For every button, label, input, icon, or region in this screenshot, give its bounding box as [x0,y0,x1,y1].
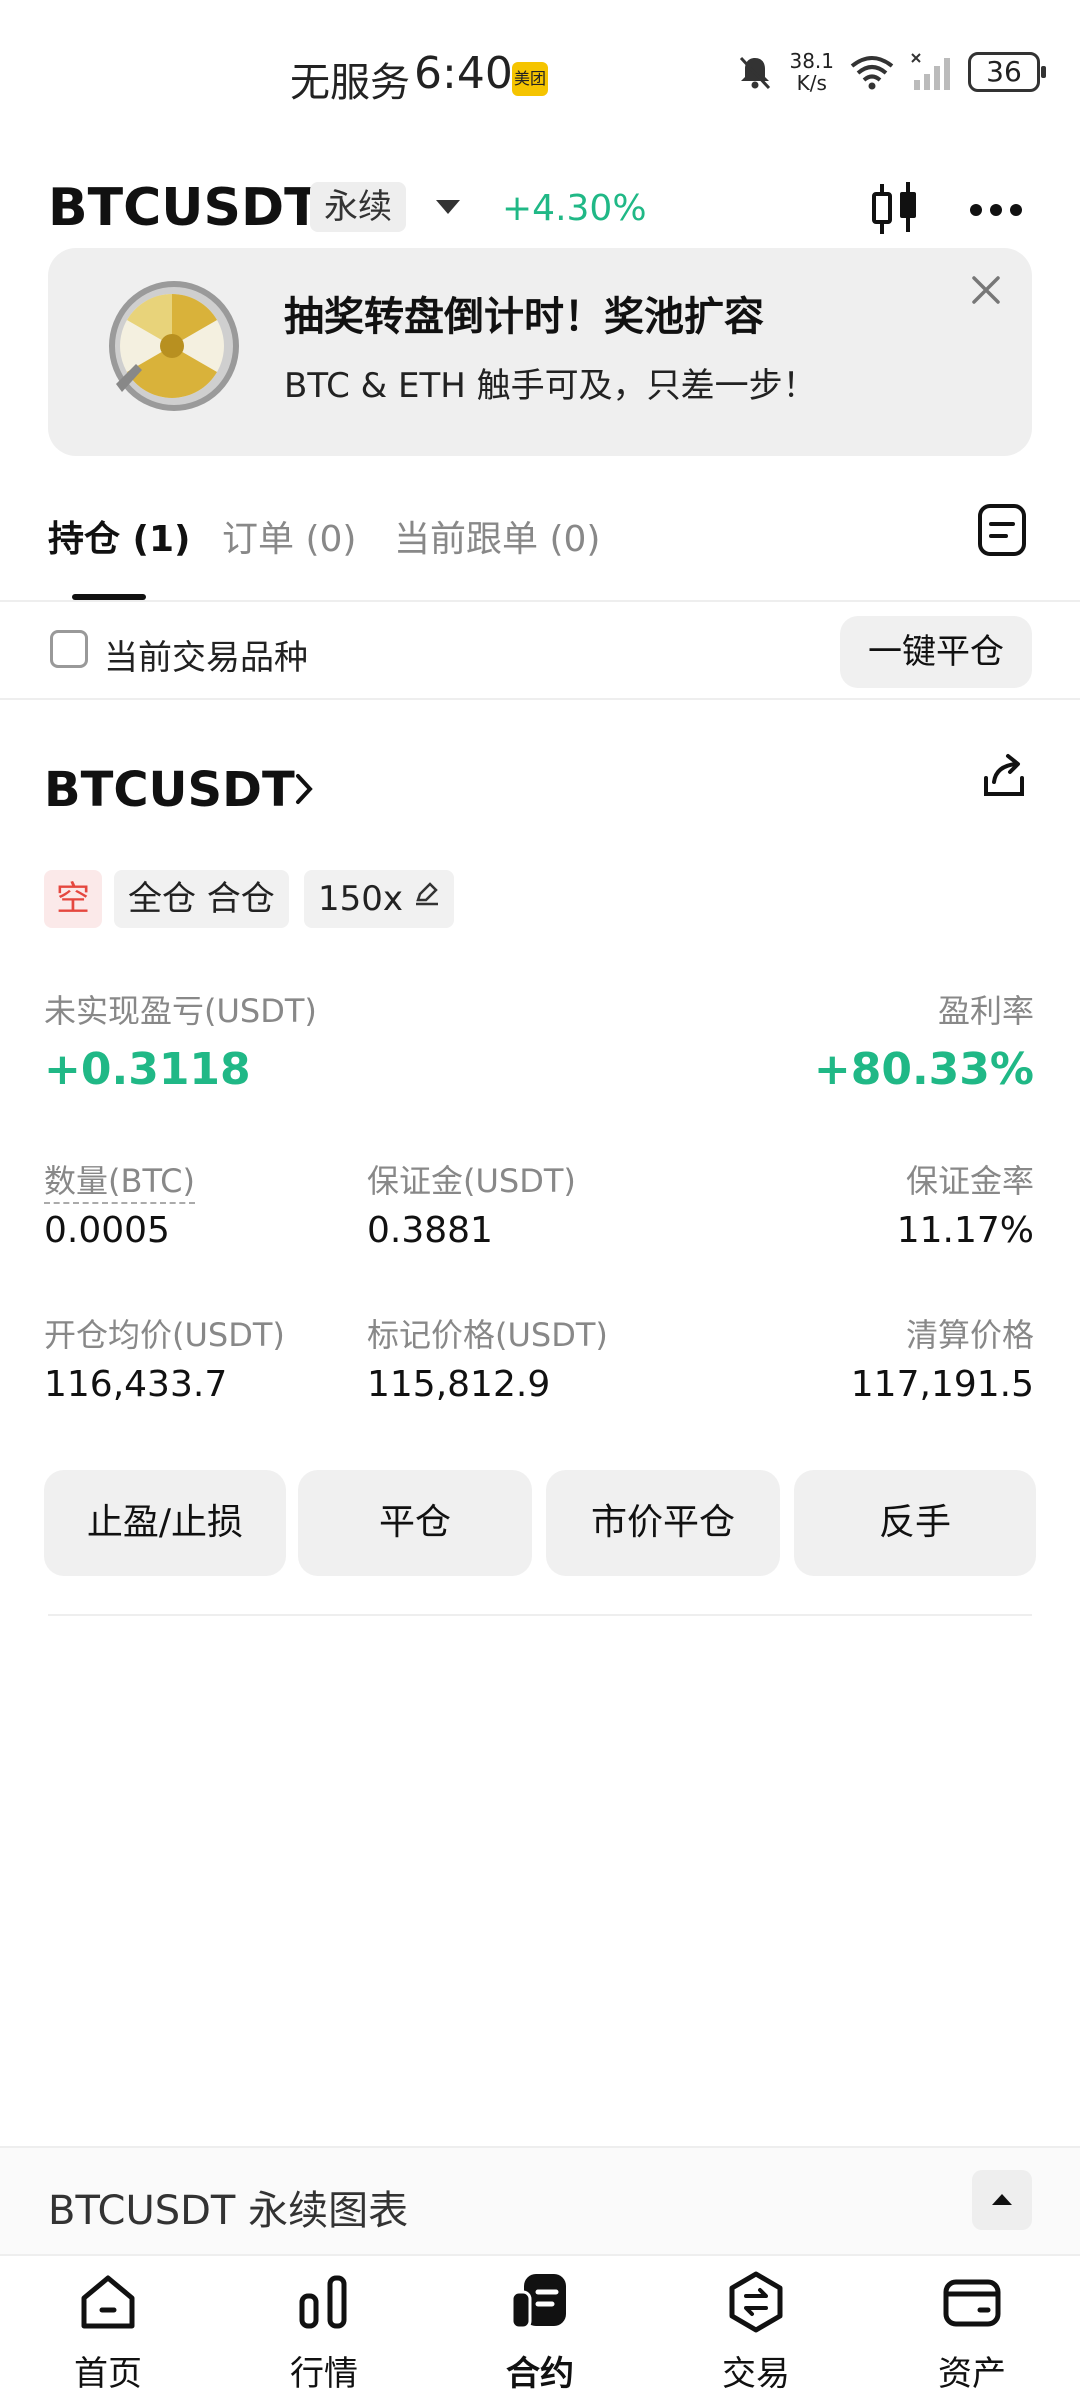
promo-banner[interactable]: 抽奖转盘倒计时！奖池扩容 BTC & ETH 触手可及，只差一步！ [48,248,1032,456]
nav-futures[interactable]: 合约 [460,2256,620,2400]
wallet-icon [943,2279,1001,2327]
document-icon[interactable] [976,502,1028,558]
net-speed-value: 38.1 [789,49,834,73]
liquidation-price-label: 清算价格 [905,1316,1034,1354]
nav-assets-label: 资产 [938,2354,1006,2394]
roe-label: 盈利率 [937,992,1034,1030]
quantity-value: 0.0005 [44,1210,170,1251]
liquidation-price-value: 117,191.5 [850,1364,1034,1405]
trade-icon [729,2271,783,2333]
symbol-title[interactable]: BTCUSDT [48,178,320,238]
side-tag: 空 [44,870,102,928]
carrier-text: 无服务 [290,60,410,106]
share-icon[interactable] [976,748,1032,804]
expand-chart-button[interactable] [972,2170,1032,2230]
caret-up-icon [992,2194,1012,2205]
close-all-button[interactable]: 一键平仓 [840,616,1032,688]
margin-label: 保证金(USDT) [367,1162,576,1200]
mark-price-value: 115,812.9 [367,1364,551,1405]
banner-title: 抽奖转盘倒计时！奖池扩容 [284,294,764,340]
entry-price-label: 开仓均价(USDT) [44,1316,285,1354]
banner-subtitle: BTC & ETH 触手可及，只差一步！ [284,366,817,406]
clock: 6:40 [414,48,513,99]
nav-trade[interactable]: 交易 [676,2256,836,2400]
close-icon[interactable] [966,270,1006,310]
nav-assets[interactable]: 资产 [892,2256,1052,2400]
prize-wheel-icon [109,281,239,411]
close-position-button[interactable]: 平仓 [298,1470,532,1576]
nav-market[interactable]: 行情 [244,2256,404,2400]
home-icon [81,2275,135,2329]
chart-panel-title: BTCUSDT 永续图表 [48,2188,409,2234]
nav-home[interactable]: 首页 [28,2256,188,2400]
tp-sl-button[interactable]: 止盈/止损 [44,1470,286,1576]
position-symbol[interactable]: BTCUSDT [44,762,295,818]
quantity-label[interactable]: 数量(BTC) [44,1156,195,1204]
futures-icon [510,2274,566,2330]
leverage-value: 150x [318,879,404,919]
more-icon[interactable] [966,190,1026,230]
nav-market-label: 行情 [290,2354,358,2394]
chevron-right-icon[interactable] [290,770,318,808]
tab-orders[interactable]: 订单 (0) [222,510,356,562]
signal-icon [911,53,950,90]
mute-bell-icon [740,56,771,90]
edit-icon [415,882,438,906]
market-close-button[interactable]: 市价平仓 [546,1470,780,1576]
current-symbol-checkbox[interactable] [50,630,88,668]
margin-mode-tag[interactable]: 全仓 合仓 [114,870,289,928]
contract-type-tag: 永续 [310,182,406,232]
position-tabs: 持仓 (1) 订单 (0) 当前跟单 (0) [0,500,1080,602]
chart-panel-bar[interactable]: BTCUSDT 永续图表 [0,2146,1080,2256]
status-bar: 无服务 6:40 美团 38.1 K/s 36 [0,0,1080,150]
divider [48,1614,1032,1616]
network-speed: 38.1 K/s [789,50,834,94]
entry-price-value: 116,433.7 [44,1364,228,1405]
active-tab-indicator [72,594,146,600]
margin-ratio-label: 保证金率 [905,1162,1034,1200]
bottom-nav: 首页 行情 合约 交易 资产 [0,2256,1080,2400]
market-icon [299,2275,347,2329]
nav-futures-label: 合约 [506,2354,574,2394]
status-icons: 38.1 K/s 36 [735,50,1046,94]
nav-home-label: 首页 [74,2354,142,2394]
price-change: +4.30% [502,188,647,229]
roe-value: +80.33% [813,1044,1034,1095]
leverage-tag[interactable]: 150x [304,870,454,928]
nav-trade-label: 交易 [722,2354,790,2394]
margin-value: 0.3881 [367,1210,493,1251]
upnl-value: +0.3118 [44,1044,251,1095]
meituan-app-icon: 美团 [512,62,548,96]
battery-icon: 36 [968,52,1046,92]
mark-price-label: 标记价格(USDT) [367,1316,608,1354]
upnl-label: 未实现盈亏(USDT) [44,992,317,1030]
contract-header: BTCUSDT 永续 +4.30% [0,170,1080,250]
reverse-button[interactable]: 反手 [794,1470,1036,1576]
filter-row: 当前交易品种 一键平仓 [0,604,1080,700]
candlestick-icon[interactable] [862,176,928,242]
wifi-icon [850,56,894,90]
caret-down-icon[interactable] [432,192,464,222]
current-symbol-label[interactable]: 当前交易品种 [104,630,308,679]
tab-copy-trades[interactable]: 当前跟单 (0) [394,510,600,562]
net-speed-unit: K/s [796,71,827,95]
margin-ratio-value: 11.17% [896,1210,1034,1251]
tab-positions[interactable]: 持仓 (1) [48,510,191,562]
